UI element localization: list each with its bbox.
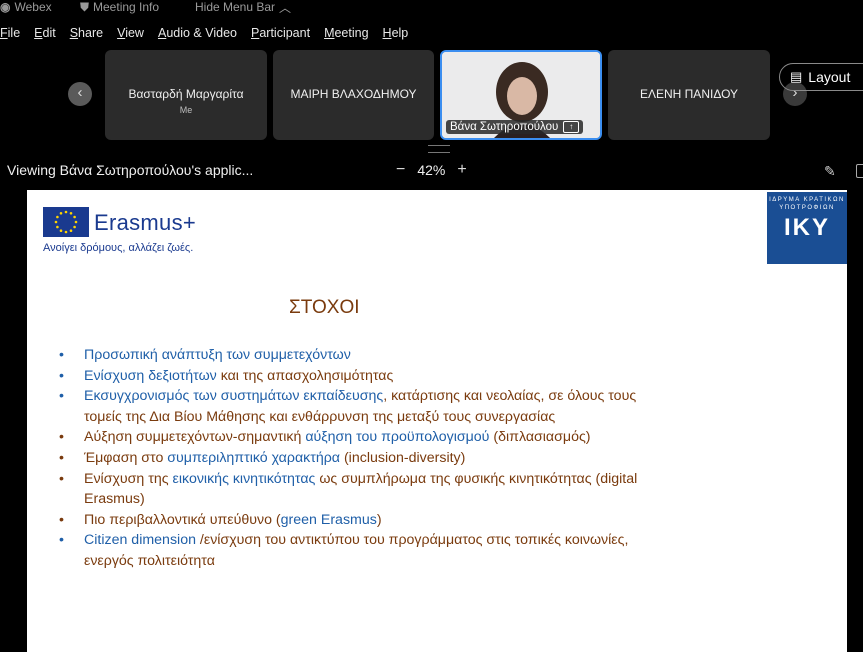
menu-share[interactable]: Share: [70, 26, 103, 44]
hide-menu-bar-button[interactable]: Hide Menu Bar ︿: [195, 0, 291, 16]
iky-logo: ΙΔΡΥΜΑ ΚΡΑΤΙΚΩΝ ΥΠΟΤΡΟΦΙΩΝ ΙΚΥ: [767, 192, 847, 264]
slide-bullet: Αύξηση συμμετεχόντων-σημαντική αύξηση το…: [57, 427, 657, 448]
slide-title: ΣΤΟΧΟΙ: [289, 297, 360, 318]
participant-tile[interactable]: Βασταρδή Μαργαρίτα Me: [105, 50, 267, 140]
bullet-text-segment: green Erasmus: [280, 511, 377, 528]
bullet-text-segment: συμπεριληπτικό χαρακτήρα: [167, 449, 341, 466]
shared-slide: Erasmus+ Ανοίγει δρόμους, αλλάζει ζωές. …: [27, 190, 847, 652]
bullet-text-segment: εικονικής κινητικότητας: [172, 470, 316, 487]
resize-handle[interactable]: [428, 145, 450, 153]
meeting-info-label: Meeting Info: [93, 0, 160, 14]
hide-menu-bar-label: Hide Menu Bar: [195, 0, 276, 14]
bullet-text-segment: Αύξηση συμμετεχόντων-σημαντική: [84, 429, 306, 446]
bullet-text-segment: και της απασχολησιμότητας: [220, 367, 394, 384]
eu-flag-icon: [43, 207, 89, 237]
zoom-out-button[interactable]: −: [396, 162, 405, 178]
iky-acronym: ΙΚΥ: [783, 214, 830, 241]
bullet-text-segment: Ενίσχυση της: [84, 470, 173, 487]
annotate-icon[interactable]: ✎: [824, 163, 836, 180]
iky-full-name: ΙΔΡΥΜΑ ΚΡΑΤΙΚΩΝ ΥΠΟΤΡΟΦΙΩΝ: [769, 197, 845, 211]
bullet-text-segment: (inclusion-diversity): [340, 449, 466, 466]
layout-icon: ▤: [790, 69, 803, 84]
slide-bullet: Πιο περιβαλλοντικά υπεύθυνο (green Erasm…: [57, 510, 657, 531]
share-view-bar: Viewing Βάνα Σωτηροπούλου's applic... − …: [0, 160, 863, 182]
bullet-text-segment: αύξηση του προϋπολογισμού: [305, 429, 490, 446]
menu-view[interactable]: View: [117, 26, 144, 44]
slide-bullet: Έμφαση στο συμπεριληπτικό χαρακτήρα (inc…: [57, 448, 657, 469]
participant-tile[interactable]: ΜΑΙΡΗ ΒΛΑΧΟΔΗΜΟΥ: [273, 50, 434, 140]
screen-share-icon: ↑: [563, 121, 580, 133]
slide-bullet-list: Προσωπική ανάπτυξη των συμμετεχόντων Ενίσ…: [57, 345, 657, 572]
participant-name: Βασταρδή Μαργαρίτα: [128, 87, 244, 101]
participant-me-label: Me: [179, 105, 193, 115]
slide-bullet: Εκσυγχρονισμός των συστημάτων εκπαίδευση…: [57, 386, 657, 427]
zoom-controls: − 42% +: [396, 162, 467, 179]
chevron-left-icon: ‹: [77, 84, 83, 101]
shield-icon: ⛊: [80, 0, 90, 14]
bullet-text-segment: Προσωπική ανάπτυξη των συμμετεχόντων: [84, 347, 351, 363]
pop-out-icon[interactable]: [856, 164, 863, 178]
window-title-bar: ◉ Webex ⛊ Meeting Info Hide Menu Bar ︿: [0, 0, 863, 16]
slide-bullet: Προσωπική ανάπτυξη των συμμετεχόντων: [57, 345, 657, 366]
menu-help[interactable]: Help: [383, 26, 409, 44]
zoom-in-button[interactable]: +: [457, 162, 466, 178]
bullet-text-segment: Έμφαση στο: [84, 449, 168, 466]
menu-file[interactable]: File: [0, 26, 20, 44]
menu-participant[interactable]: Participant: [251, 26, 310, 44]
bullet-text-segment: (διπλασιασμός): [489, 429, 591, 446]
menu-meeting[interactable]: Meeting: [324, 26, 368, 44]
video-name-label: Βάνα Σωτηροπούλου ↑: [446, 120, 584, 134]
strip-prev-button[interactable]: ‹: [68, 82, 92, 106]
bullet-text-segment: Ενίσχυση δεξιοτήτων: [84, 367, 221, 384]
participant-name: Βάνα Σωτηροπούλου: [450, 121, 559, 133]
menu-edit[interactable]: Edit: [34, 26, 56, 44]
webex-icon: ◉: [0, 0, 11, 14]
chevron-up-icon: ︿: [279, 0, 292, 15]
participant-tile[interactable]: ΕΛΕΝΗ ΠΑΝΙΔΟΥ: [608, 50, 770, 140]
menu-audio-video[interactable]: Audio & Video: [158, 26, 237, 44]
erasmus-tagline: Ανοίγει δρόμους, αλλάζει ζωές.: [43, 242, 194, 254]
participant-name: ΜΑΙΡΗ ΒΛΑΧΟΔΗΜΟΥ: [290, 87, 417, 101]
active-speaker-tile[interactable]: Βάνα Σωτηροπούλου ↑: [440, 50, 602, 140]
app-name: Webex: [14, 0, 52, 14]
menu-bar: File Edit Share View Audio & Video Parti…: [0, 26, 422, 44]
bullet-text-segment: ): [376, 511, 382, 528]
viewing-label: Viewing Βάνα Σωτηροπούλου's applic...: [7, 162, 254, 178]
bullet-text-segment: Εκσυγχρονισμός των συστημάτων εκπαίδευση…: [84, 388, 384, 405]
bullet-text-segment: Citizen dimension: [84, 532, 200, 549]
webex-logo: ◉ Webex: [0, 0, 52, 14]
slide-bullet: Ενίσχυση δεξιοτήτων και της απασχολησιμό…: [57, 366, 657, 387]
meeting-info-button[interactable]: ⛊ Meeting Info: [80, 0, 159, 15]
erasmus-logo-text: Erasmus+: [94, 210, 197, 235]
layout-label: Layout: [808, 69, 851, 85]
slide-bullet: Citizen dimension /ενίσχυση του αντικτύπ…: [57, 530, 657, 571]
zoom-level: 42%: [417, 162, 446, 178]
layout-button[interactable]: ▤ Layout: [779, 63, 863, 91]
participant-name: ΕΛΕΝΗ ΠΑΝΙΔΟΥ: [639, 87, 739, 101]
slide-bullet: Ενίσχυση της εικονικής κινητικότητας ως …: [57, 469, 657, 510]
bullet-text-segment: Πιο περιβαλλοντικά υπεύθυνο (: [84, 511, 281, 528]
